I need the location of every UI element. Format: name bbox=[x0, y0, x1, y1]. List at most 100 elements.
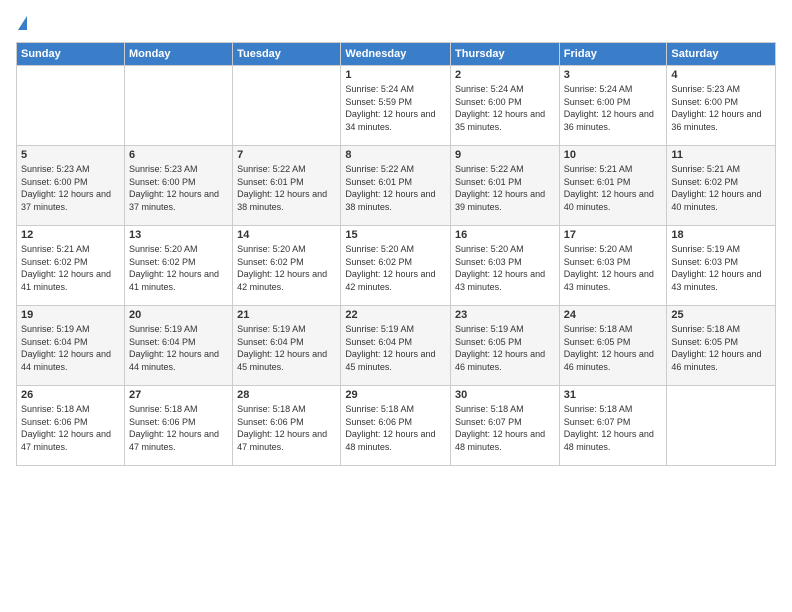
day-info: Sunrise: 5:20 AM Sunset: 6:02 PM Dayligh… bbox=[237, 243, 336, 293]
calendar-cell: 24Sunrise: 5:18 AM Sunset: 6:05 PM Dayli… bbox=[559, 306, 667, 386]
logo-triangle-icon bbox=[18, 16, 27, 30]
calendar-cell bbox=[233, 66, 341, 146]
calendar-cell: 21 Sunrise: 5:19 AM Sunset: 6:04 PM Dayli… bbox=[233, 306, 341, 386]
calendar-cell: 13 Sunrise: 5:20 AM Sunset: 6:02 PM Dayli… bbox=[124, 226, 232, 306]
day-number: 28 bbox=[237, 389, 336, 401]
calendar-cell: 11Sunrise: 5:21 AM Sunset: 6:02 PM Dayli… bbox=[667, 146, 776, 226]
column-header-wednesday: Wednesday bbox=[341, 43, 451, 66]
calendar-cell: 6 Sunrise: 5:23 AM Sunset: 6:00 PM Daylig… bbox=[124, 146, 232, 226]
day-number: 26 bbox=[21, 389, 120, 401]
header-row: SundayMondayTuesdayWednesdayThursdayFrid… bbox=[17, 43, 776, 66]
day-info: Sunrise: 5:18 AM Sunset: 6:05 PM Dayligh… bbox=[564, 323, 663, 373]
calendar-cell: 14 Sunrise: 5:20 AM Sunset: 6:02 PM Dayli… bbox=[233, 226, 341, 306]
calendar-cell: 28 Sunrise: 5:18 AM Sunset: 6:06 PM Dayli… bbox=[233, 386, 341, 466]
day-number: 21 bbox=[237, 309, 336, 321]
calendar-cell: 31 Sunrise: 5:18 AM Sunset: 6:07 PM Dayli… bbox=[559, 386, 667, 466]
calendar-cell bbox=[17, 66, 125, 146]
calendar-cell: 8Sunrise: 5:22 AM Sunset: 6:01 PM Daylig… bbox=[341, 146, 451, 226]
day-info: Sunrise: 5:18 AM Sunset: 6:07 PM Dayligh… bbox=[455, 403, 555, 453]
calendar-cell: 30 Sunrise: 5:18 AM Sunset: 6:07 PM Dayli… bbox=[451, 386, 560, 466]
week-row-5: 26 Sunrise: 5:18 AM Sunset: 6:06 PM Dayli… bbox=[17, 386, 776, 466]
day-info: Sunrise: 5:20 AM Sunset: 6:02 PM Dayligh… bbox=[345, 243, 446, 293]
calendar-cell: 4 Sunrise: 5:23 AM Sunset: 6:00 PM Daylig… bbox=[667, 66, 776, 146]
day-info: Sunrise: 5:22 AM Sunset: 6:01 PM Dayligh… bbox=[237, 163, 336, 213]
calendar-cell: 10 Sunrise: 5:21 AM Sunset: 6:01 PM Dayli… bbox=[559, 146, 667, 226]
day-info: Sunrise: 5:19 AM Sunset: 6:05 PM Dayligh… bbox=[455, 323, 555, 373]
day-info: Sunrise: 5:19 AM Sunset: 6:04 PM Dayligh… bbox=[237, 323, 336, 373]
column-header-saturday: Saturday bbox=[667, 43, 776, 66]
column-header-thursday: Thursday bbox=[451, 43, 560, 66]
day-info: Sunrise: 5:19 AM Sunset: 6:04 PM Dayligh… bbox=[129, 323, 228, 373]
day-number: 7 bbox=[237, 149, 336, 161]
day-number: 15 bbox=[345, 229, 446, 241]
calendar-cell: 2 Sunrise: 5:24 AM Sunset: 6:00 PM Daylig… bbox=[451, 66, 560, 146]
day-number: 10 bbox=[564, 149, 663, 161]
calendar-cell: 23Sunrise: 5:19 AM Sunset: 6:05 PM Dayli… bbox=[451, 306, 560, 386]
calendar-body: 1 Sunrise: 5:24 AM Sunset: 5:59 PM Daylig… bbox=[17, 66, 776, 466]
calendar-cell: 26 Sunrise: 5:18 AM Sunset: 6:06 PM Dayli… bbox=[17, 386, 125, 466]
column-header-sunday: Sunday bbox=[17, 43, 125, 66]
day-info: Sunrise: 5:23 AM Sunset: 6:00 PM Dayligh… bbox=[671, 83, 771, 133]
day-number: 20 bbox=[129, 309, 228, 321]
day-info: Sunrise: 5:18 AM Sunset: 6:06 PM Dayligh… bbox=[129, 403, 228, 453]
day-number: 30 bbox=[455, 389, 555, 401]
day-number: 1 bbox=[345, 69, 446, 81]
week-row-2: 5Sunrise: 5:23 AM Sunset: 6:00 PM Daylig… bbox=[17, 146, 776, 226]
day-number: 11 bbox=[671, 149, 771, 161]
day-info: Sunrise: 5:20 AM Sunset: 6:02 PM Dayligh… bbox=[129, 243, 228, 293]
day-number: 12 bbox=[21, 229, 120, 241]
calendar-cell: 27 Sunrise: 5:18 AM Sunset: 6:06 PM Dayli… bbox=[124, 386, 232, 466]
calendar-cell: 20 Sunrise: 5:19 AM Sunset: 6:04 PM Dayli… bbox=[124, 306, 232, 386]
calendar-cell bbox=[124, 66, 232, 146]
day-info: Sunrise: 5:22 AM Sunset: 6:01 PM Dayligh… bbox=[455, 163, 555, 213]
calendar-table: SundayMondayTuesdayWednesdayThursdayFrid… bbox=[16, 42, 776, 466]
day-info: Sunrise: 5:24 AM Sunset: 6:00 PM Dayligh… bbox=[455, 83, 555, 133]
day-number: 2 bbox=[455, 69, 555, 81]
day-number: 18 bbox=[671, 229, 771, 241]
calendar-cell: 7 Sunrise: 5:22 AM Sunset: 6:01 PM Daylig… bbox=[233, 146, 341, 226]
calendar-cell: 1 Sunrise: 5:24 AM Sunset: 5:59 PM Daylig… bbox=[341, 66, 451, 146]
day-info: Sunrise: 5:19 AM Sunset: 6:04 PM Dayligh… bbox=[21, 323, 120, 373]
day-number: 3 bbox=[564, 69, 663, 81]
day-number: 8 bbox=[345, 149, 446, 161]
week-row-1: 1 Sunrise: 5:24 AM Sunset: 5:59 PM Daylig… bbox=[17, 66, 776, 146]
day-info: Sunrise: 5:24 AM Sunset: 6:00 PM Dayligh… bbox=[564, 83, 663, 133]
calendar-cell: 22Sunrise: 5:19 AM Sunset: 6:04 PM Dayli… bbox=[341, 306, 451, 386]
calendar-cell: 29 Sunrise: 5:18 AM Sunset: 6:06 PM Dayli… bbox=[341, 386, 451, 466]
day-number: 25 bbox=[671, 309, 771, 321]
day-info: Sunrise: 5:18 AM Sunset: 6:06 PM Dayligh… bbox=[237, 403, 336, 453]
day-info: Sunrise: 5:24 AM Sunset: 5:59 PM Dayligh… bbox=[345, 83, 446, 133]
page-header bbox=[16, 16, 776, 30]
day-number: 14 bbox=[237, 229, 336, 241]
day-info: Sunrise: 5:18 AM Sunset: 6:06 PM Dayligh… bbox=[345, 403, 446, 453]
day-number: 31 bbox=[564, 389, 663, 401]
day-info: Sunrise: 5:18 AM Sunset: 6:07 PM Dayligh… bbox=[564, 403, 663, 453]
logo bbox=[16, 16, 27, 30]
day-number: 13 bbox=[129, 229, 228, 241]
calendar-cell: 5Sunrise: 5:23 AM Sunset: 6:00 PM Daylig… bbox=[17, 146, 125, 226]
calendar-cell: 15 Sunrise: 5:20 AM Sunset: 6:02 PM Dayli… bbox=[341, 226, 451, 306]
column-header-monday: Monday bbox=[124, 43, 232, 66]
calendar-cell: 9Sunrise: 5:22 AM Sunset: 6:01 PM Daylig… bbox=[451, 146, 560, 226]
day-number: 19 bbox=[21, 309, 120, 321]
calendar-cell: 19 Sunrise: 5:19 AM Sunset: 6:04 PM Dayli… bbox=[17, 306, 125, 386]
calendar-cell: 12 Sunrise: 5:21 AM Sunset: 6:02 PM Dayli… bbox=[17, 226, 125, 306]
day-number: 27 bbox=[129, 389, 228, 401]
day-info: Sunrise: 5:19 AM Sunset: 6:03 PM Dayligh… bbox=[671, 243, 771, 293]
day-info: Sunrise: 5:21 AM Sunset: 6:02 PM Dayligh… bbox=[21, 243, 120, 293]
day-info: Sunrise: 5:23 AM Sunset: 6:00 PM Dayligh… bbox=[129, 163, 228, 213]
calendar-header: SundayMondayTuesdayWednesdayThursdayFrid… bbox=[17, 43, 776, 66]
day-number: 4 bbox=[671, 69, 771, 81]
column-header-tuesday: Tuesday bbox=[233, 43, 341, 66]
day-number: 29 bbox=[345, 389, 446, 401]
day-info: Sunrise: 5:18 AM Sunset: 6:05 PM Dayligh… bbox=[671, 323, 771, 373]
calendar-cell: 16Sunrise: 5:20 AM Sunset: 6:03 PM Dayli… bbox=[451, 226, 560, 306]
calendar-cell: 25 Sunrise: 5:18 AM Sunset: 6:05 PM Dayli… bbox=[667, 306, 776, 386]
day-info: Sunrise: 5:18 AM Sunset: 6:06 PM Dayligh… bbox=[21, 403, 120, 453]
column-header-friday: Friday bbox=[559, 43, 667, 66]
calendar-cell: 18 Sunrise: 5:19 AM Sunset: 6:03 PM Dayli… bbox=[667, 226, 776, 306]
calendar-cell: 17Sunrise: 5:20 AM Sunset: 6:03 PM Dayli… bbox=[559, 226, 667, 306]
week-row-3: 12 Sunrise: 5:21 AM Sunset: 6:02 PM Dayli… bbox=[17, 226, 776, 306]
day-info: Sunrise: 5:21 AM Sunset: 6:01 PM Dayligh… bbox=[564, 163, 663, 213]
day-number: 6 bbox=[129, 149, 228, 161]
